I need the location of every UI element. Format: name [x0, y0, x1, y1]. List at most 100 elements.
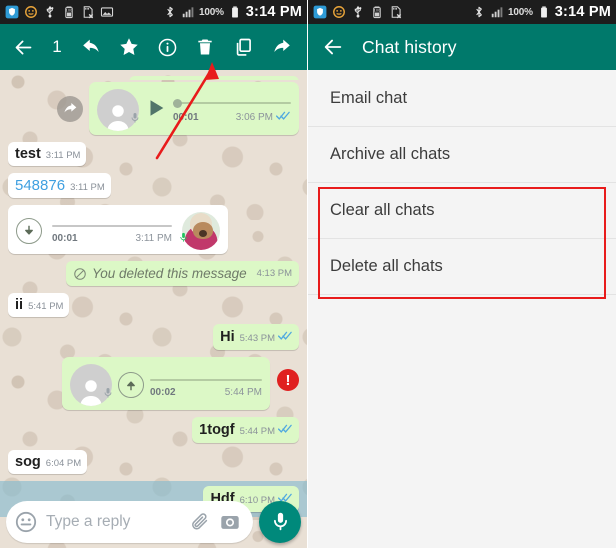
clock-label: 3:14 PM: [554, 4, 611, 20]
selection-toolbar: 1: [0, 24, 307, 70]
back-arrow-icon: [324, 39, 342, 55]
download-button[interactable]: [16, 218, 42, 244]
message-row-voice-in-1[interactable]: 00:01 3:11 PM: [8, 205, 299, 254]
svg-text:100: 100: [374, 9, 381, 13]
voice-message-bubble[interactable]: 00:02 5:44 PM: [62, 357, 270, 410]
back-button[interactable]: [322, 36, 344, 58]
star-button[interactable]: [110, 24, 148, 70]
message-time: 3:11 PM: [135, 232, 173, 244]
usb-icon: [354, 5, 362, 18]
back-button[interactable]: [4, 24, 42, 70]
upload-button[interactable]: [118, 372, 144, 398]
message-error-badge[interactable]: !: [277, 369, 299, 391]
voice-progress[interactable]: 00:01 3:06 PM: [173, 96, 291, 124]
voice-progress[interactable]: 00:01 3:11 PM: [52, 219, 172, 244]
message-input-field[interactable]: Type a reply: [6, 500, 253, 543]
message-row-text-out-1[interactable]: Hi 5:43 PM: [8, 324, 299, 350]
message-row-text-in-2[interactable]: 548876 3:11 PM: [8, 173, 299, 198]
avatar: [180, 212, 220, 250]
menu-item-clear-all-chats[interactable]: Clear all chats: [308, 183, 616, 239]
menu-item-label: Archive all chats: [330, 145, 451, 163]
voice-message-bubble[interactable]: 00:01 3:11 PM: [8, 205, 228, 254]
forwarded-indicator-icon: [57, 96, 83, 122]
play-icon: [150, 99, 164, 116]
menu-item-archive-all-chats[interactable]: Archive all chats: [308, 127, 616, 183]
message-row-voice-out-1[interactable]: 00:01 3:06 PM: [8, 82, 299, 135]
blocked-icon: [74, 267, 86, 280]
menu-item-delete-all-chats[interactable]: Delete all chats: [308, 239, 616, 295]
voice-duration: 00:01: [52, 232, 78, 244]
reply-button[interactable]: [72, 24, 110, 70]
message-row-text-in-4[interactable]: sog 6:04 PM: [8, 450, 299, 474]
avatar: [97, 89, 139, 131]
message-time: 3:06 PM: [235, 111, 273, 123]
mic-icon: [102, 385, 114, 406]
message-bubble[interactable]: sog 6:04 PM: [8, 450, 88, 474]
status-bar-notification-icons: 100: [313, 5, 403, 19]
battery-saver-icon: 100: [65, 6, 73, 19]
play-button[interactable]: [145, 97, 167, 124]
status-bar-system-icons: 100% 3:14 PM: [163, 4, 302, 20]
info-icon: [158, 38, 176, 56]
message-text: Hi: [220, 329, 235, 345]
message-bubble[interactable]: test 3:11 PM: [8, 142, 87, 166]
message-input-placeholder[interactable]: Type a reply: [46, 513, 181, 531]
copy-button[interactable]: [224, 24, 262, 70]
chat-message-list[interactable]: 00:01 3:06 PM test 3:11 PM 548876 3:11 P…: [0, 70, 307, 548]
bluetooth-icon: [476, 6, 482, 18]
upload-icon: [127, 381, 135, 391]
message-time: 5:41 PM: [28, 301, 64, 312]
chat-screen: 100 100% 3:14 PM 1 00:01 3:06 PM test 3:…: [0, 0, 308, 548]
emoji-icon[interactable]: [14, 510, 38, 534]
message-bubble[interactable]: Hi 5:43 PM: [213, 324, 299, 350]
message-text: ii: [15, 297, 24, 313]
message-row-text-out-2[interactable]: 1togf 5:44 PM: [8, 417, 299, 443]
message-time: 3:11 PM: [45, 150, 81, 161]
copy-icon: [236, 38, 251, 56]
message-bubble[interactable]: 1togf 5:44 PM: [192, 417, 299, 443]
menu-item-label: Clear all chats: [330, 201, 435, 219]
trash-icon: [198, 39, 212, 55]
chat-history-menu: Email chat Archive all chats Clear all c…: [308, 70, 616, 548]
read-receipt-icon: [277, 421, 293, 439]
signal-bars-icon: [182, 7, 194, 18]
message-time: 3:11 PM: [70, 182, 105, 193]
message-bubble[interactable]: ii 5:41 PM: [8, 293, 70, 317]
message-row-voice-out-2[interactable]: 00:02 5:44 PM !: [8, 357, 299, 410]
forward-button[interactable]: [262, 24, 300, 70]
sd-card-error-icon: [83, 6, 94, 19]
status-bar-system-icons: 100% 3:14 PM: [472, 4, 611, 20]
voice-seek-knob[interactable]: [173, 98, 182, 108]
chat-history-screen: 100 100% 3:14 PM Chat history Email chat…: [308, 0, 616, 548]
message-text-link[interactable]: 548876: [15, 177, 65, 194]
star-icon: [120, 38, 138, 55]
message-time: 5:43 PM: [239, 333, 275, 344]
svg-text:100: 100: [66, 9, 73, 13]
battery-icon: [540, 6, 547, 18]
deleted-message-bubble[interactable]: You deleted this message 4:13 PM: [66, 261, 299, 286]
menu-item-email-chat[interactable]: Email chat: [308, 70, 616, 127]
delete-button[interactable]: [186, 24, 224, 70]
paperclip-icon[interactable]: [189, 511, 211, 533]
message-row-text-in-3[interactable]: ii 5:41 PM: [8, 293, 299, 317]
image-icon: [100, 7, 114, 17]
status-bar: 100 100% 3:14 PM: [0, 0, 307, 24]
voice-message-bubble[interactable]: 00:01 3:06 PM: [89, 82, 299, 135]
message-row-deleted-out-1[interactable]: You deleted this message 4:13 PM: [8, 261, 299, 286]
deleted-message-text: You deleted this message: [92, 266, 247, 281]
battery-saver-icon: 100: [373, 6, 381, 19]
info-button[interactable]: [148, 24, 186, 70]
smiley-icon: [25, 6, 37, 18]
message-row-text-in-1[interactable]: test 3:11 PM: [8, 142, 299, 166]
message-bubble[interactable]: 548876 3:11 PM: [8, 173, 111, 198]
voice-progress[interactable]: 00:02 5:44 PM: [150, 373, 262, 398]
camera-icon[interactable]: [219, 511, 241, 533]
dual-screenshot: 100 100% 3:14 PM 1 00:01 3:06 PM test 3:…: [0, 0, 616, 548]
bluetooth-icon: [167, 6, 173, 18]
mic-icon: [129, 110, 141, 131]
menu-item-label: Email chat: [330, 88, 408, 107]
voice-record-button[interactable]: [259, 500, 301, 543]
signal-bars-icon: [491, 7, 503, 18]
partial-message-row: [8, 76, 299, 80]
shield-icon: [313, 5, 327, 19]
